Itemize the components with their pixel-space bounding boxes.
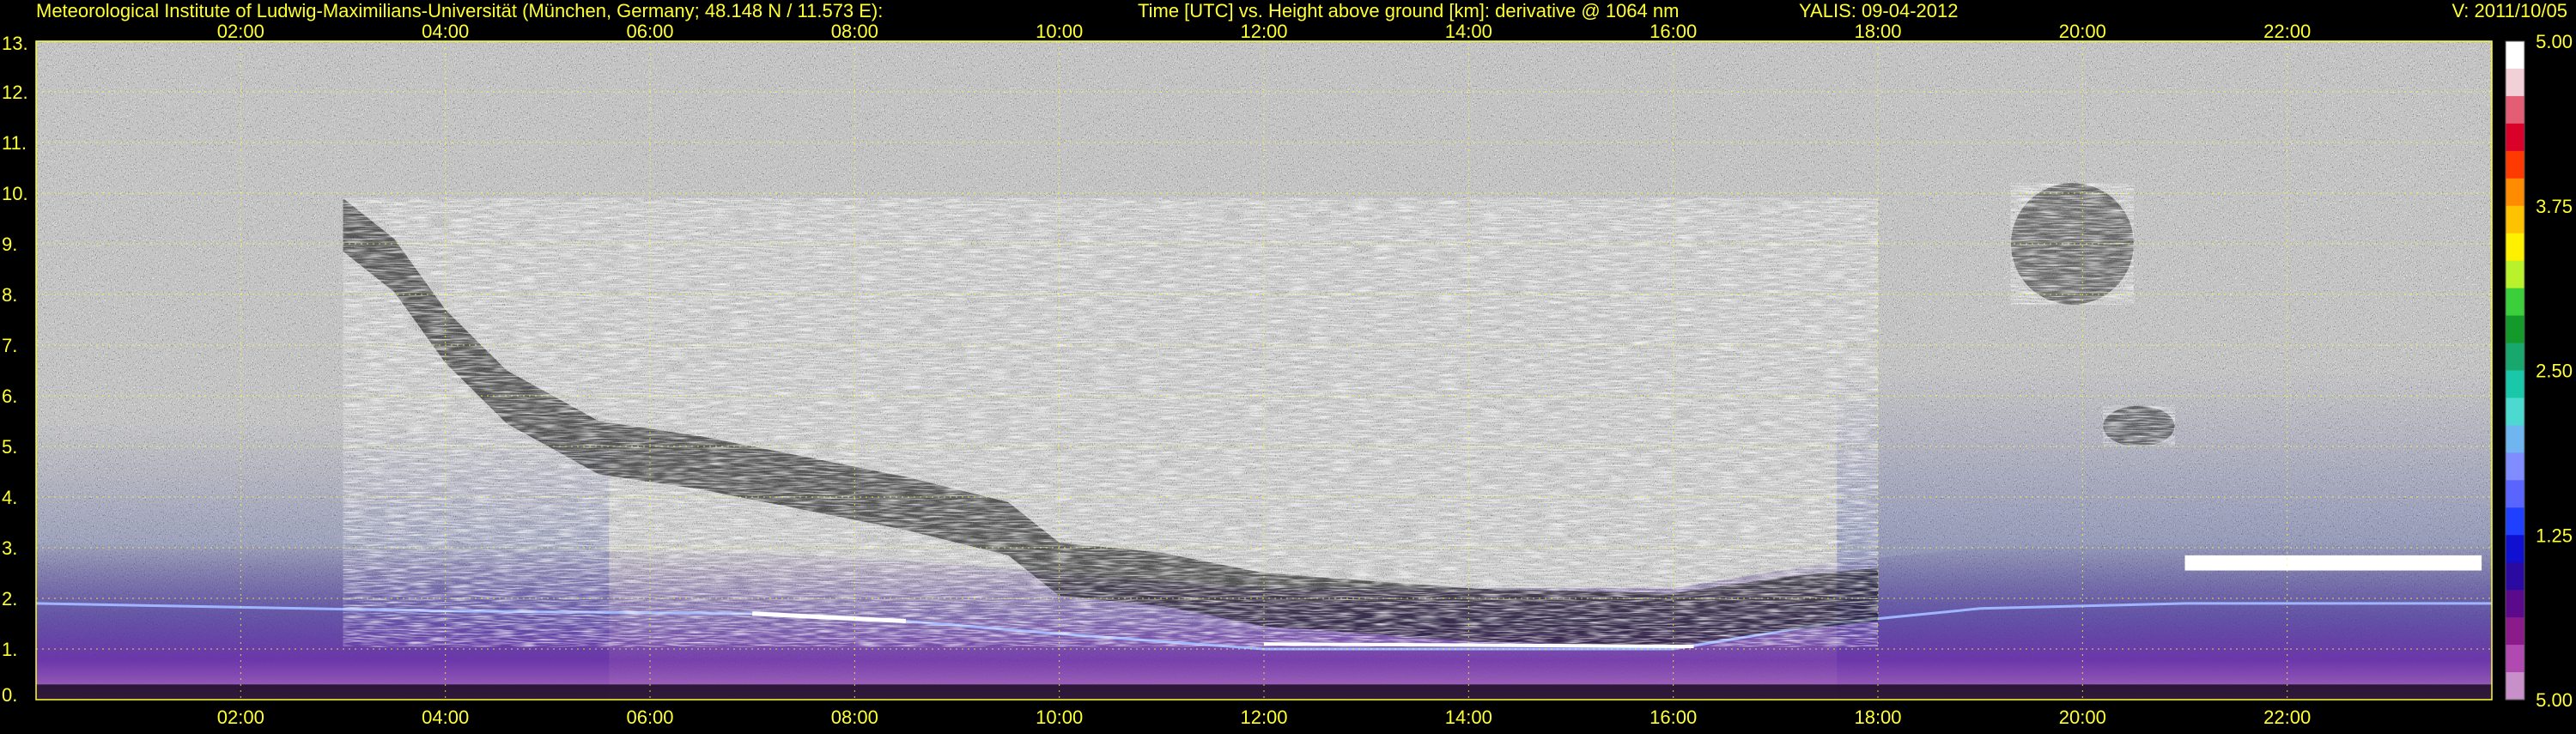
- colorbar-swatch: [2506, 672, 2524, 701]
- lidar-figure: Meteorological Institute of Ludwig-Maxim…: [0, 0, 2576, 730]
- x-tick-label-top: 14:00: [1445, 21, 1492, 42]
- colorbar-swatch: [2506, 590, 2524, 618]
- y-tick-label: 6.: [2, 385, 17, 407]
- chart-title: Time [UTC] vs. Height above ground [km]:…: [1138, 0, 1679, 21]
- x-tick-label-bottom: 06:00: [626, 707, 673, 728]
- colorbar-swatch: [2506, 397, 2524, 427]
- y-axis: 0. 1. 2. 3. 4. 5. 6. 7. 8. 9. 10. 11. 12. 13.: [2, 33, 28, 706]
- x-tick-label-bottom: 20:00: [2059, 707, 2106, 728]
- y-tick-label: 3.: [2, 537, 17, 559]
- x-tick-label-top: 04:00: [422, 21, 469, 42]
- colorbar-swatch: [2506, 68, 2524, 97]
- y-tick-label: 7.: [2, 335, 17, 356]
- colorbar-swatch: [2506, 260, 2524, 289]
- x-tick-label-bottom: 16:00: [1649, 707, 1697, 728]
- colorbar-swatch: [2506, 205, 2524, 234]
- x-tick-label-top: 16:00: [1649, 21, 1697, 42]
- colorbar-swatch: [2506, 535, 2524, 563]
- x-tick-label-top: 02:00: [217, 21, 264, 42]
- colorbar-swatch: [2506, 123, 2524, 152]
- x-tick-label-bottom: 08:00: [831, 707, 878, 728]
- x-tick-label-bottom: 22:00: [2263, 707, 2311, 728]
- y-tick-label: 10.: [2, 183, 28, 204]
- x-axis-bottom: 02:00 04:00 06:00 08:00 10:00 12:00 14:00 16:00…: [217, 707, 2311, 728]
- y-tick-label: 4.: [2, 487, 17, 508]
- colorbar-swatch: [2506, 452, 2524, 481]
- colorbar-swatch: [2506, 645, 2524, 673]
- x-tick-label-top: 08:00: [831, 21, 878, 42]
- y-tick-label: 1.: [2, 639, 17, 660]
- institute-label: Meteorological Institute of Ludwig-Maxim…: [36, 0, 883, 21]
- y-tick-label: 2.: [2, 588, 17, 610]
- high-cloud-patch: [2010, 183, 2134, 305]
- x-tick-label-top: 20:00: [2059, 21, 2106, 42]
- colorbar-label: 3.75: [2536, 196, 2573, 217]
- colorbar-swatch: [2506, 343, 2524, 372]
- colorbar-swatch: [2506, 480, 2524, 508]
- high-cloud-patch: [2103, 405, 2175, 446]
- x-tick-label-bottom: 10:00: [1036, 707, 1083, 728]
- colorbar-swatch: [2506, 150, 2524, 179]
- late-cloud-layer: [2184, 555, 2482, 571]
- header: Meteorological Institute of Ludwig-Maxim…: [36, 0, 2567, 21]
- x-tick-label-top: 18:00: [1854, 21, 1901, 42]
- x-tick-label-top: 10:00: [1036, 21, 1083, 42]
- x-tick-label-bottom: 02:00: [217, 707, 264, 728]
- colorbar-swatch: [2506, 315, 2524, 344]
- colorbar-label: 2.50: [2536, 361, 2573, 382]
- instrument-date-label: YALIS: 09-04-2012: [1799, 0, 1959, 21]
- colorbar-swatch: [2506, 370, 2524, 399]
- x-axis-top: 02:00 04:00 06:00 08:00 10:00 12:00 14:00 16:00…: [217, 21, 2311, 42]
- y-tick-label: 13.: [2, 33, 28, 54]
- colorbar-swatch: [2506, 233, 2524, 262]
- x-tick-label-bottom: 04:00: [422, 707, 469, 728]
- y-tick-label: 12.: [2, 82, 28, 103]
- x-tick-label-top: 12:00: [1240, 21, 1287, 42]
- y-tick-label: 0.: [2, 684, 17, 706]
- y-tick-label: 5.: [2, 436, 17, 458]
- y-tick-label: 9.: [2, 234, 17, 255]
- colorbar-swatch: [2506, 178, 2524, 207]
- colorbar-label: 1.25: [2536, 525, 2573, 546]
- colorbar: 5.00 3.75 2.50 1.25 5.00: [2505, 31, 2573, 711]
- y-tick-label: 11.: [2, 132, 27, 154]
- y-tick-label: 8.: [2, 284, 17, 306]
- colorbar-swatch: [2506, 425, 2524, 453]
- colorbar-swatch: [2506, 95, 2524, 124]
- x-tick-label-top: 06:00: [626, 21, 673, 42]
- figure-canvas: Meteorological Institute of Ludwig-Maxim…: [2, 0, 2573, 728]
- colorbar-swatch: [2506, 562, 2524, 591]
- version-label: V: 2011/10/05: [2451, 0, 2567, 21]
- colorbar-label: 5.00: [2536, 689, 2573, 711]
- colorbar-swatch: [2506, 41, 2524, 70]
- x-tick-label-bottom: 18:00: [1854, 707, 1901, 728]
- x-tick-label-top: 22:00: [2263, 21, 2311, 42]
- colorbar-label: 5.00: [2536, 31, 2573, 52]
- x-tick-label-bottom: 12:00: [1240, 707, 1287, 728]
- colorbar-swatch: [2506, 288, 2524, 317]
- colorbar-swatch: [2506, 507, 2524, 536]
- x-tick-label-bottom: 14:00: [1445, 707, 1492, 728]
- colorbar-swatch: [2506, 617, 2524, 646]
